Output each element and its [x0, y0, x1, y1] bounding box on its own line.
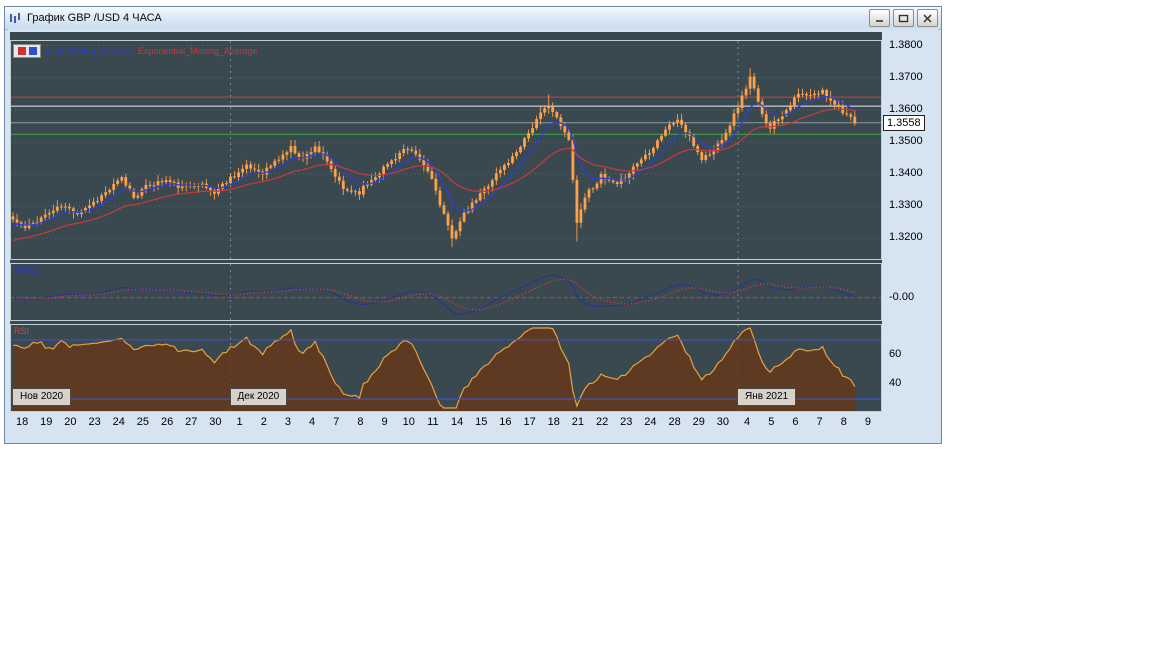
time-axis-label: 15	[472, 416, 490, 428]
time-axis-label: 7	[327, 416, 345, 428]
chart-icon	[8, 11, 24, 25]
window-title: График GBP /USD 4 ЧАСА	[27, 12, 866, 24]
time-axis-label: 21	[569, 416, 587, 428]
window-body: ntial_Moving_Average Exponential_Moving_…	[8, 29, 938, 440]
time-axis-label: 24	[110, 416, 128, 428]
time-axis-label: 16	[496, 416, 514, 428]
minimize-button[interactable]	[869, 9, 890, 27]
time-axis-label: 30	[206, 416, 224, 428]
time-axis-label: 10	[400, 416, 418, 428]
legend-ema-fast-label: ntial_Moving_Average	[45, 45, 134, 57]
time-axis-label: 18	[13, 416, 31, 428]
month-label-box: Дек 2020	[230, 388, 288, 406]
time-axis-label: 7	[811, 416, 829, 428]
price-tick: 1.3700	[889, 71, 923, 83]
blue-swatch-icon	[29, 47, 37, 55]
macd-zero-label: -0.00	[889, 291, 914, 303]
legend-ema-slow-label: Exponential_Moving_Average	[138, 45, 257, 57]
price-tick: 1.3800	[889, 39, 923, 51]
price-tick: 1.3500	[889, 135, 923, 147]
time-axis-label: 19	[37, 416, 55, 428]
red-swatch-icon	[18, 47, 26, 55]
time-axis-label: 9	[376, 416, 394, 428]
time-axis-label: 9	[859, 416, 877, 428]
legend-buttons[interactable]	[13, 44, 41, 58]
rsi-tick: 40	[889, 377, 901, 389]
time-axis-label: 1	[231, 416, 249, 428]
chart-frame: ntial_Moving_Average Exponential_Moving_…	[10, 32, 936, 434]
candlestick-chart	[11, 41, 881, 259]
time-axis-label: 11	[424, 416, 442, 428]
indicator-legend: ntial_Moving_Average Exponential_Moving_…	[13, 44, 257, 58]
price-tick: 1.3400	[889, 167, 923, 179]
time-axis-label: 4	[303, 416, 321, 428]
time-axis-label: 23	[86, 416, 104, 428]
time-axis-label: 25	[134, 416, 152, 428]
time-axis-label: 4	[738, 416, 756, 428]
maximize-button[interactable]	[893, 9, 914, 27]
time-axis-label: 3	[279, 416, 297, 428]
chart-panes: ntial_Moving_Average Exponential_Moving_…	[10, 32, 882, 412]
time-axis-label: 2	[255, 416, 273, 428]
current-price-badge: 1.3558	[883, 115, 925, 131]
time-axis-label: 24	[641, 416, 659, 428]
time-axis-label: 29	[690, 416, 708, 428]
time-axis-label: 22	[593, 416, 611, 428]
time-axis-label: 17	[521, 416, 539, 428]
month-label-box: Нов 2020	[12, 388, 71, 406]
price-axis[interactable]: 1.3800 1.3700 1.3600 1.3500 1.3400 1.3300 1.32…	[882, 32, 936, 412]
month-label-box: Янв 2021	[737, 388, 796, 406]
time-axis-label: 6	[786, 416, 804, 428]
time-axis-label: 8	[835, 416, 853, 428]
time-axis[interactable]: 1819202324252627301234789101114151617182…	[10, 413, 936, 434]
price-pane[interactable]: ntial_Moving_Average Exponential_Moving_…	[10, 40, 882, 260]
time-axis-label: 26	[158, 416, 176, 428]
rsi-label: RSI	[14, 326, 29, 336]
chart-window: График GBP /USD 4 ЧАСА ntial_M	[4, 6, 942, 444]
close-button[interactable]	[917, 9, 938, 27]
time-axis-label: 20	[61, 416, 79, 428]
rsi-tick: 60	[889, 348, 901, 360]
time-axis-label: 30	[714, 416, 732, 428]
time-axis-label: 18	[545, 416, 563, 428]
macd-pane[interactable]: MACD	[10, 263, 882, 321]
time-axis-label: 28	[666, 416, 684, 428]
macd-label: MACD	[14, 265, 41, 275]
time-axis-label: 8	[351, 416, 369, 428]
time-axis-label: 14	[448, 416, 466, 428]
price-tick: 1.3600	[889, 103, 923, 115]
time-axis-label: 5	[762, 416, 780, 428]
price-tick: 1.3300	[889, 199, 923, 211]
price-tick: 1.3200	[889, 231, 923, 243]
macd-chart	[11, 264, 881, 320]
window-titlebar[interactable]: График GBP /USD 4 ЧАСА	[5, 7, 941, 30]
time-axis-label: 27	[182, 416, 200, 428]
time-axis-label: 23	[617, 416, 635, 428]
